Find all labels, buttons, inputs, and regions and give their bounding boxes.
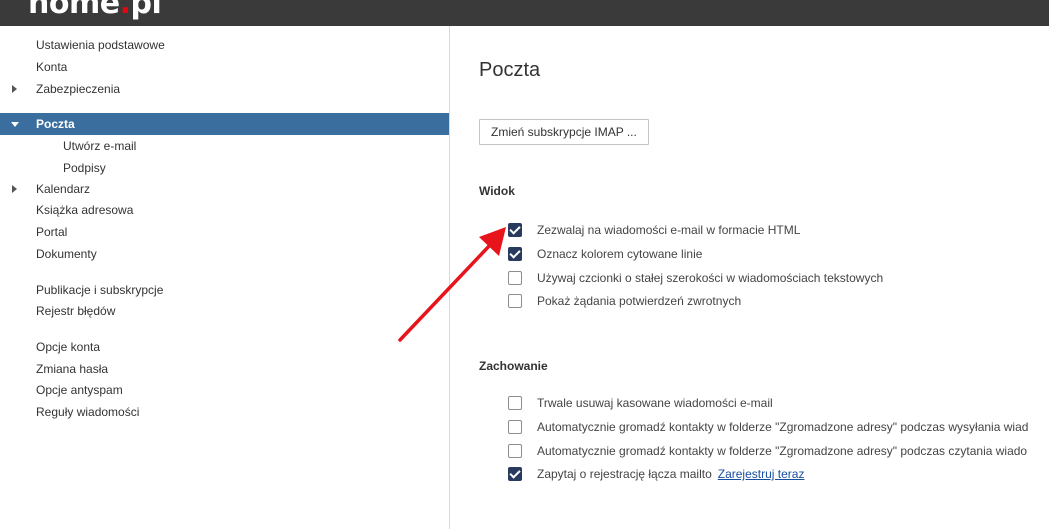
main-panel: Poczta Zmień subskrypcje IMAP ... Widok …	[451, 26, 1049, 529]
checkbox[interactable]	[508, 396, 522, 410]
checkbox[interactable]	[508, 467, 522, 481]
option-read-receipts: Pokaż żądania potwierdzeń zwrotnych	[508, 291, 1049, 311]
sidebar-item-mail[interactable]: Poczta	[0, 113, 449, 135]
arrow-shaft	[398, 242, 493, 342]
sidebar-item-basic-settings[interactable]: Ustawienia podstawowe	[0, 34, 449, 56]
sidebar-item-antispam[interactable]: Opcje antyspam	[0, 379, 449, 401]
sidebar-item-label: Podpisy	[63, 161, 106, 175]
sidebar-item-label: Poczta	[36, 117, 75, 131]
sidebar-item-compose[interactable]: Utwórz e-mail	[0, 135, 449, 157]
red-annotation-arrow	[398, 227, 506, 342]
sidebar-item-label: Opcje konta	[36, 340, 101, 354]
sidebar-item-label: Konta	[36, 60, 68, 74]
option-collect-contacts-reading: Automatycznie gromadź kontakty w folderz…	[508, 441, 1049, 461]
sidebar-item-signatures[interactable]: Podpisy	[0, 157, 449, 179]
page-title: Poczta	[479, 59, 541, 81]
sidebar-item-accounts[interactable]: Konta	[0, 56, 449, 78]
logo-dot: .	[119, 0, 131, 21]
sidebar-item-error-log[interactable]: Rejestr błędów	[0, 300, 449, 322]
logo-main: home	[28, 0, 120, 21]
caret-down-icon[interactable]	[11, 122, 19, 127]
option-label: Zapytaj o rejestrację łącza mailto	[537, 467, 712, 481]
option-label: Pokaż żądania potwierdzeń zwrotnych	[537, 294, 742, 308]
option-label: Automatycznie gromadź kontakty w folderz…	[537, 444, 1028, 458]
change-imap-subscriptions-button[interactable]: Zmień subskrypcje IMAP ...	[479, 119, 649, 145]
settings-sidebar: Ustawienia podstawowe Konta Zabezpieczen…	[0, 26, 450, 529]
sidebar-item-account-options[interactable]: Opcje konta	[0, 336, 449, 358]
sidebar-item-message-rules[interactable]: Reguły wiadomości	[0, 401, 449, 423]
sidebar-item-label: Opcje antyspam	[36, 383, 123, 397]
option-color-quoted-lines: Oznacz kolorem cytowane linie	[508, 244, 1049, 264]
section-title-behavior: Zachowanie	[479, 359, 548, 373]
sidebar-item-label: Portal	[36, 225, 68, 239]
sidebar-item-portal[interactable]: Portal	[0, 221, 449, 243]
sidebar-item-calendar[interactable]: Kalendarz	[0, 178, 449, 200]
sidebar-item-publications[interactable]: Publikacje i subskrypcje	[0, 279, 449, 301]
sidebar-item-label: Reguły wiadomości	[36, 405, 140, 419]
option-monospace-font: Używaj czcionki o stałej szerokości w wi…	[508, 268, 1049, 288]
sidebar-item-label: Książka adresowa	[36, 203, 134, 217]
logo-tld: pl	[130, 0, 162, 21]
caret-right-icon[interactable]	[12, 85, 17, 93]
checkbox[interactable]	[508, 420, 522, 434]
section-title-view: Widok	[479, 184, 515, 198]
sidebar-item-label: Utwórz e-mail	[63, 139, 137, 153]
sidebar-item-label: Dokumenty	[36, 247, 97, 261]
top-bar: home.pl	[0, 0, 1049, 26]
option-label: Używaj czcionki o stałej szerokości w wi…	[537, 271, 884, 285]
option-permanent-delete: Trwale usuwaj kasowane wiadomości e-mail	[508, 393, 1049, 413]
option-label: Automatycznie gromadź kontakty w folderz…	[537, 420, 1029, 434]
home-pl-logo[interactable]: home.pl	[28, 0, 162, 21]
sidebar-item-label: Zmiana hasła	[36, 362, 109, 376]
option-allow-html: Zezwalaj na wiadomości e-mail w formacie…	[508, 220, 1049, 240]
sidebar-item-address-book[interactable]: Książka adresowa	[0, 199, 449, 221]
option-label: Trwale usuwaj kasowane wiadomości e-mail	[537, 396, 773, 410]
sidebar-item-label: Ustawienia podstawowe	[36, 38, 165, 52]
sidebar-item-security[interactable]: Zabezpieczenia	[0, 78, 449, 100]
sidebar-item-label: Rejestr błędów	[36, 304, 116, 318]
register-now-link[interactable]: Zarejestruj teraz	[718, 467, 805, 481]
option-label-wrap: Zapytaj o rejestrację łącza mailto Zareje…	[537, 464, 804, 484]
option-collect-contacts-sending: Automatycznie gromadź kontakty w folderz…	[508, 417, 1049, 437]
sidebar-item-change-password[interactable]: Zmiana hasła	[0, 358, 449, 380]
caret-right-icon[interactable]	[12, 185, 17, 193]
sidebar-item-label: Kalendarz	[36, 182, 91, 196]
option-label: Zezwalaj na wiadomości e-mail w formacie…	[537, 223, 801, 237]
sidebar-item-label: Publikacje i subskrypcje	[36, 283, 164, 297]
sidebar-item-documents[interactable]: Dokumenty	[0, 243, 449, 265]
option-mailto-registration: Zapytaj o rejestrację łącza mailto Zareje…	[508, 464, 1049, 484]
sidebar-item-label: Zabezpieczenia	[36, 82, 121, 96]
option-label: Oznacz kolorem cytowane linie	[537, 247, 703, 261]
checkbox[interactable]	[508, 444, 522, 458]
